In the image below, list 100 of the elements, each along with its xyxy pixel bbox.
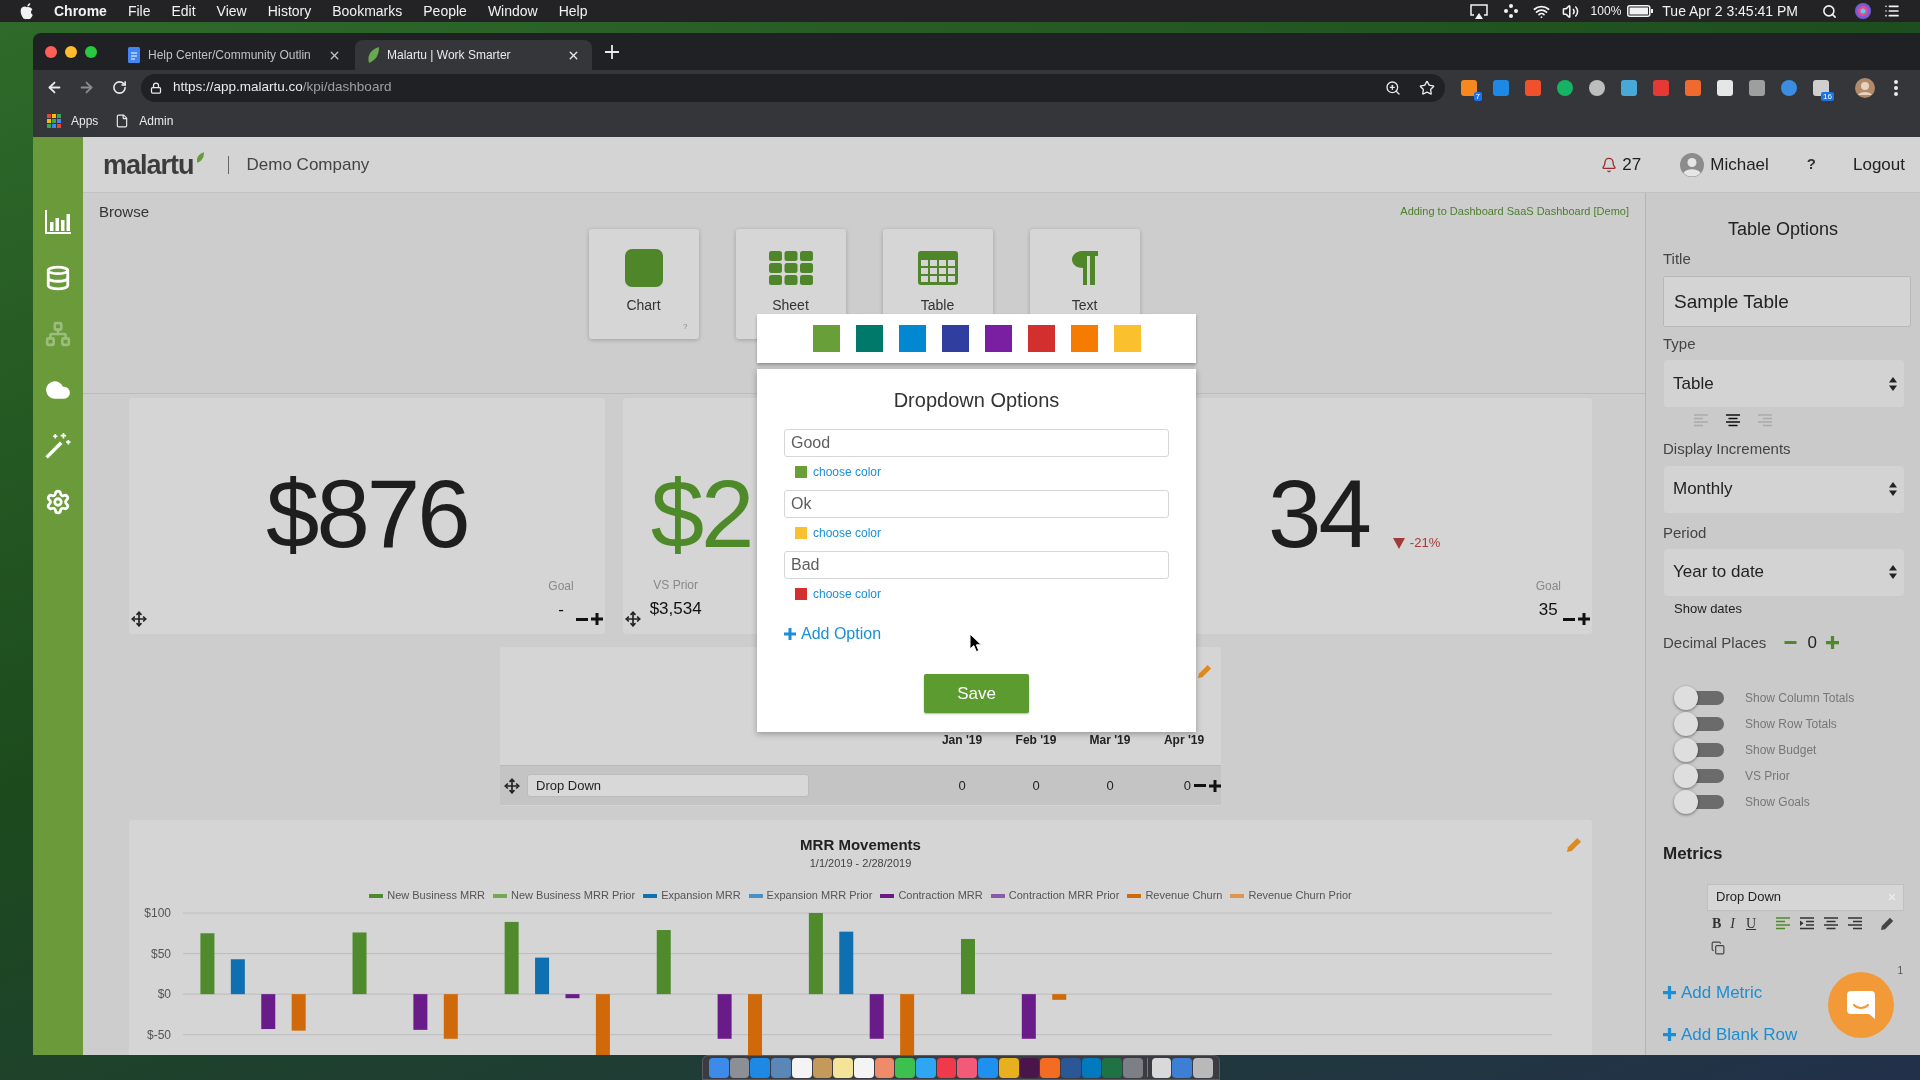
menu-item[interactable]: History (267, 0, 312, 22)
tile-icon[interactable] (1653, 79, 1669, 96)
app-tile-icon[interactable] (1193, 1057, 1213, 1078)
list-icon[interactable] (1884, 3, 1900, 19)
add-option-button[interactable]: Add Option (784, 624, 882, 643)
bookmark-link[interactable]: Admin (115, 112, 174, 130)
menu-item[interactable]: People (423, 0, 467, 22)
option-input[interactable]: Ok (784, 490, 1169, 518)
color-swatch[interactable] (941, 325, 969, 352)
address-bar[interactable]: https://app.malartu.co/kpi/dashboard (141, 73, 1445, 102)
logo-wordmark[interactable]: malartu (103, 149, 194, 180)
app-tile-icon[interactable] (1172, 1057, 1193, 1078)
indent-icon[interactable] (1800, 917, 1815, 930)
browser-tab[interactable]: Malartu | Work Smarter (355, 40, 592, 70)
show-dates-link[interactable]: Show dates (1674, 600, 1742, 616)
browser-tab[interactable]: Help Center/Community Outlin (116, 40, 353, 70)
tile-icon[interactable] (1813, 79, 1829, 96)
option-input[interactable]: Good (784, 429, 1169, 457)
bell-icon[interactable] (1601, 156, 1618, 173)
zoom-window-icon[interactable] (85, 45, 97, 58)
type-select[interactable]: Table (1664, 360, 1904, 407)
app-tile-icon[interactable] (709, 1057, 729, 1078)
search-icon[interactable] (1822, 3, 1837, 19)
bar-chart-icon[interactable] (45, 209, 71, 235)
user-avatar-icon[interactable] (1855, 77, 1875, 98)
magic-wand-icon[interactable] (45, 433, 71, 459)
menu-item[interactable]: Bookmarks (332, 0, 403, 22)
choose-color-link[interactable]: choose color (813, 465, 882, 479)
app-tile-icon[interactable] (957, 1057, 978, 1078)
copy-icon[interactable] (1711, 940, 1725, 955)
color-swatch[interactable] (1027, 325, 1055, 352)
widget-type-card[interactable]: Chart ? (588, 229, 699, 339)
help-link[interactable]: ? (1806, 153, 1816, 176)
app-tile-icon[interactable] (1081, 1057, 1102, 1078)
app-tile-icon[interactable] (1123, 1057, 1143, 1078)
increments-select[interactable]: Monthly (1664, 465, 1904, 513)
menu-app-name[interactable]: Chrome (54, 0, 107, 22)
color-swatch[interactable] (1113, 325, 1141, 352)
color-swatch[interactable] (898, 325, 926, 352)
battery-icon[interactable] (1627, 5, 1654, 17)
color-swatch[interactable] (1070, 325, 1098, 352)
tile-icon[interactable] (1749, 79, 1765, 96)
settings-icon[interactable] (45, 489, 71, 515)
app-tile-icon[interactable] (833, 1057, 853, 1078)
close-window-icon[interactable] (45, 45, 57, 58)
back-icon[interactable] (46, 79, 63, 96)
pencil-icon[interactable] (1881, 917, 1895, 930)
color-swatch[interactable] (812, 325, 840, 352)
align-left-icon[interactable] (1776, 917, 1791, 930)
app-tile-icon[interactable] (978, 1057, 998, 1078)
bold-button[interactable]: B (1712, 916, 1722, 931)
increase-button[interactable] (590, 612, 603, 626)
app-tile-icon[interactable] (750, 1057, 771, 1078)
star-icon[interactable] (1419, 79, 1435, 96)
new-tab-button[interactable] (605, 44, 619, 59)
toggle-switch[interactable] (1674, 736, 1724, 763)
move-icon[interactable] (131, 611, 147, 627)
increase-button[interactable] (1578, 612, 1590, 626)
breadcrumb-link[interactable]: Browse (99, 203, 150, 221)
align-center-icon[interactable] (1726, 414, 1740, 427)
more-icon[interactable] (1894, 79, 1898, 96)
move-icon[interactable] (624, 611, 641, 627)
apple-logo-icon[interactable] (20, 2, 34, 20)
app-tile-icon[interactable] (1102, 1057, 1123, 1078)
toggle-switch[interactable] (1674, 762, 1724, 789)
menu-item[interactable]: File (127, 0, 151, 22)
monitor-icon[interactable] (1469, 3, 1488, 19)
app-tile-icon[interactable] (874, 1057, 895, 1078)
app-tile-icon[interactable] (853, 1057, 874, 1078)
toggle-switch[interactable] (1674, 710, 1724, 737)
app-tile-icon[interactable] (791, 1057, 812, 1078)
app-tile-icon[interactable] (895, 1057, 916, 1078)
tile-icon[interactable] (1525, 79, 1541, 96)
color-swatch[interactable] (855, 325, 883, 352)
italic-button[interactable]: I (1730, 916, 1735, 931)
reload-icon[interactable] (112, 80, 127, 95)
color-swatch[interactable] (984, 325, 1012, 352)
choose-color-link[interactable]: choose color (813, 587, 882, 601)
app-tile-icon[interactable] (1040, 1057, 1060, 1078)
toggle-switch[interactable] (1674, 788, 1724, 815)
row-name-field[interactable]: Drop Down (527, 774, 809, 797)
increase-button[interactable] (1209, 778, 1221, 793)
logout-link[interactable]: Logout (1853, 151, 1905, 178)
app-tile-icon[interactable] (1019, 1057, 1040, 1078)
option-input[interactable]: Bad (784, 551, 1169, 579)
align-center-icon[interactable] (1824, 917, 1839, 930)
metric-item[interactable]: Drop Down (1707, 883, 1904, 911)
toggle-switch[interactable] (1674, 684, 1724, 711)
dots-icon[interactable] (1503, 4, 1518, 18)
period-select[interactable]: Year to date (1664, 548, 1904, 596)
app-tile-icon[interactable] (998, 1057, 1019, 1078)
tile-icon[interactable] (1685, 79, 1701, 96)
user-name[interactable]: Michael (1710, 151, 1769, 178)
app-tile-icon[interactable] (771, 1057, 791, 1078)
app-tile-icon[interactable] (1151, 1057, 1172, 1078)
tile-icon[interactable] (1493, 79, 1509, 96)
menu-clock[interactable]: Tue Apr 2 3:45:41 PM (1662, 0, 1798, 22)
align-right-icon[interactable] (1848, 917, 1863, 930)
tile-icon[interactable] (1461, 79, 1477, 96)
app-tile-icon[interactable] (812, 1057, 833, 1078)
